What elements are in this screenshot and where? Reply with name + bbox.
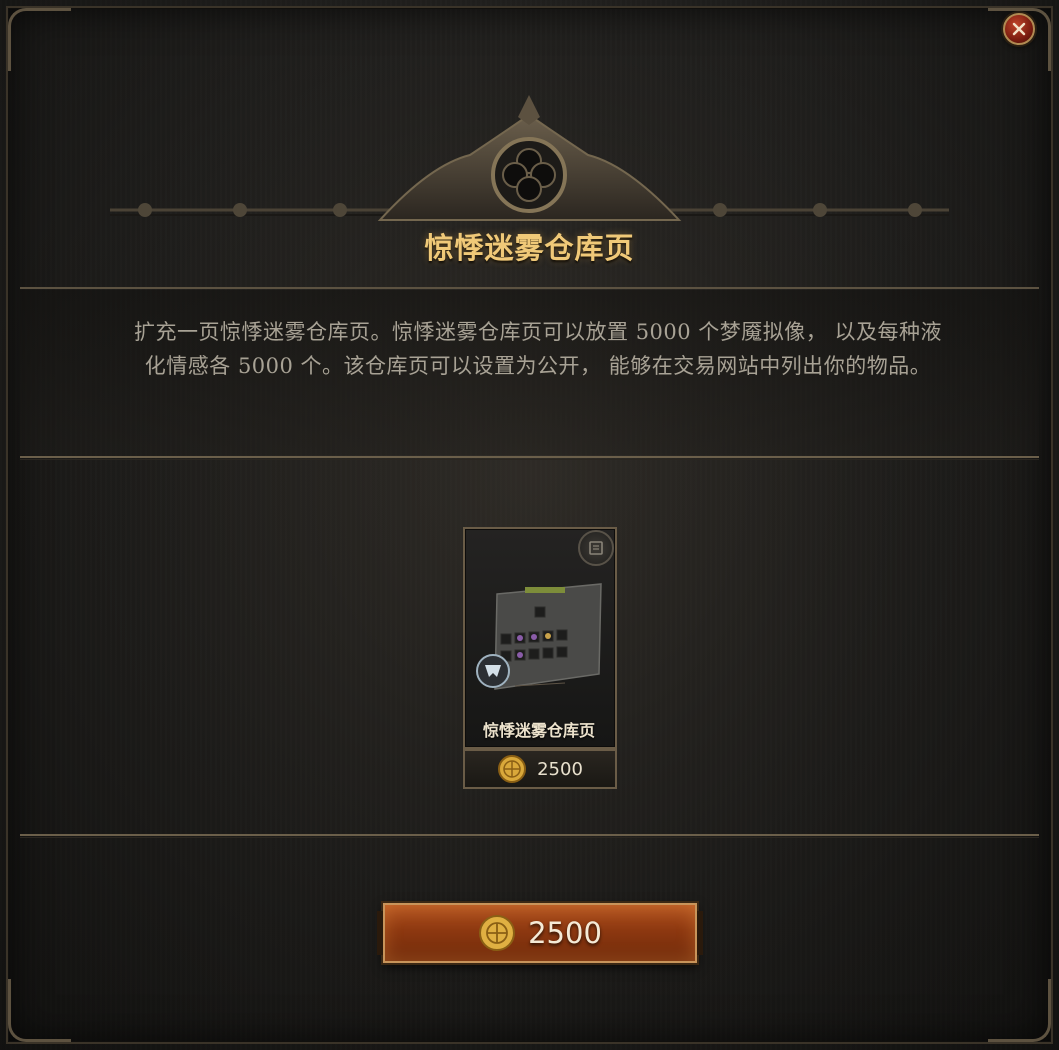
corner-ornament xyxy=(8,979,71,1042)
divider xyxy=(20,834,1039,838)
corner-ornament xyxy=(8,8,71,71)
item-card-price-value: 2500 xyxy=(537,758,583,780)
purchase-button-price: 2500 xyxy=(528,916,602,950)
stash-tab-icon xyxy=(476,583,602,690)
close-icon xyxy=(1012,22,1026,36)
divider xyxy=(20,456,1039,460)
coin-icon xyxy=(479,915,516,951)
coin-icon xyxy=(498,755,527,783)
item-card-image-panel xyxy=(463,527,617,749)
dialog-title: 惊悸迷雾仓库页 xyxy=(424,231,635,265)
purchase-button[interactable]: 2500 xyxy=(377,903,703,963)
close-button[interactable] xyxy=(1003,13,1035,45)
scroll-icon xyxy=(578,530,614,566)
item-card[interactable]: 惊悸迷雾仓库页 2500 xyxy=(463,527,617,789)
item-card-name: 惊悸迷雾仓库页 xyxy=(482,721,595,740)
item-card-price: 2500 xyxy=(463,749,617,789)
corner-ornament xyxy=(988,979,1051,1042)
dialog-description: 扩充一页惊悸迷雾仓库页。惊悸迷雾仓库页可以放置 5000 个梦魇拟像， 以及每种… xyxy=(134,320,942,378)
